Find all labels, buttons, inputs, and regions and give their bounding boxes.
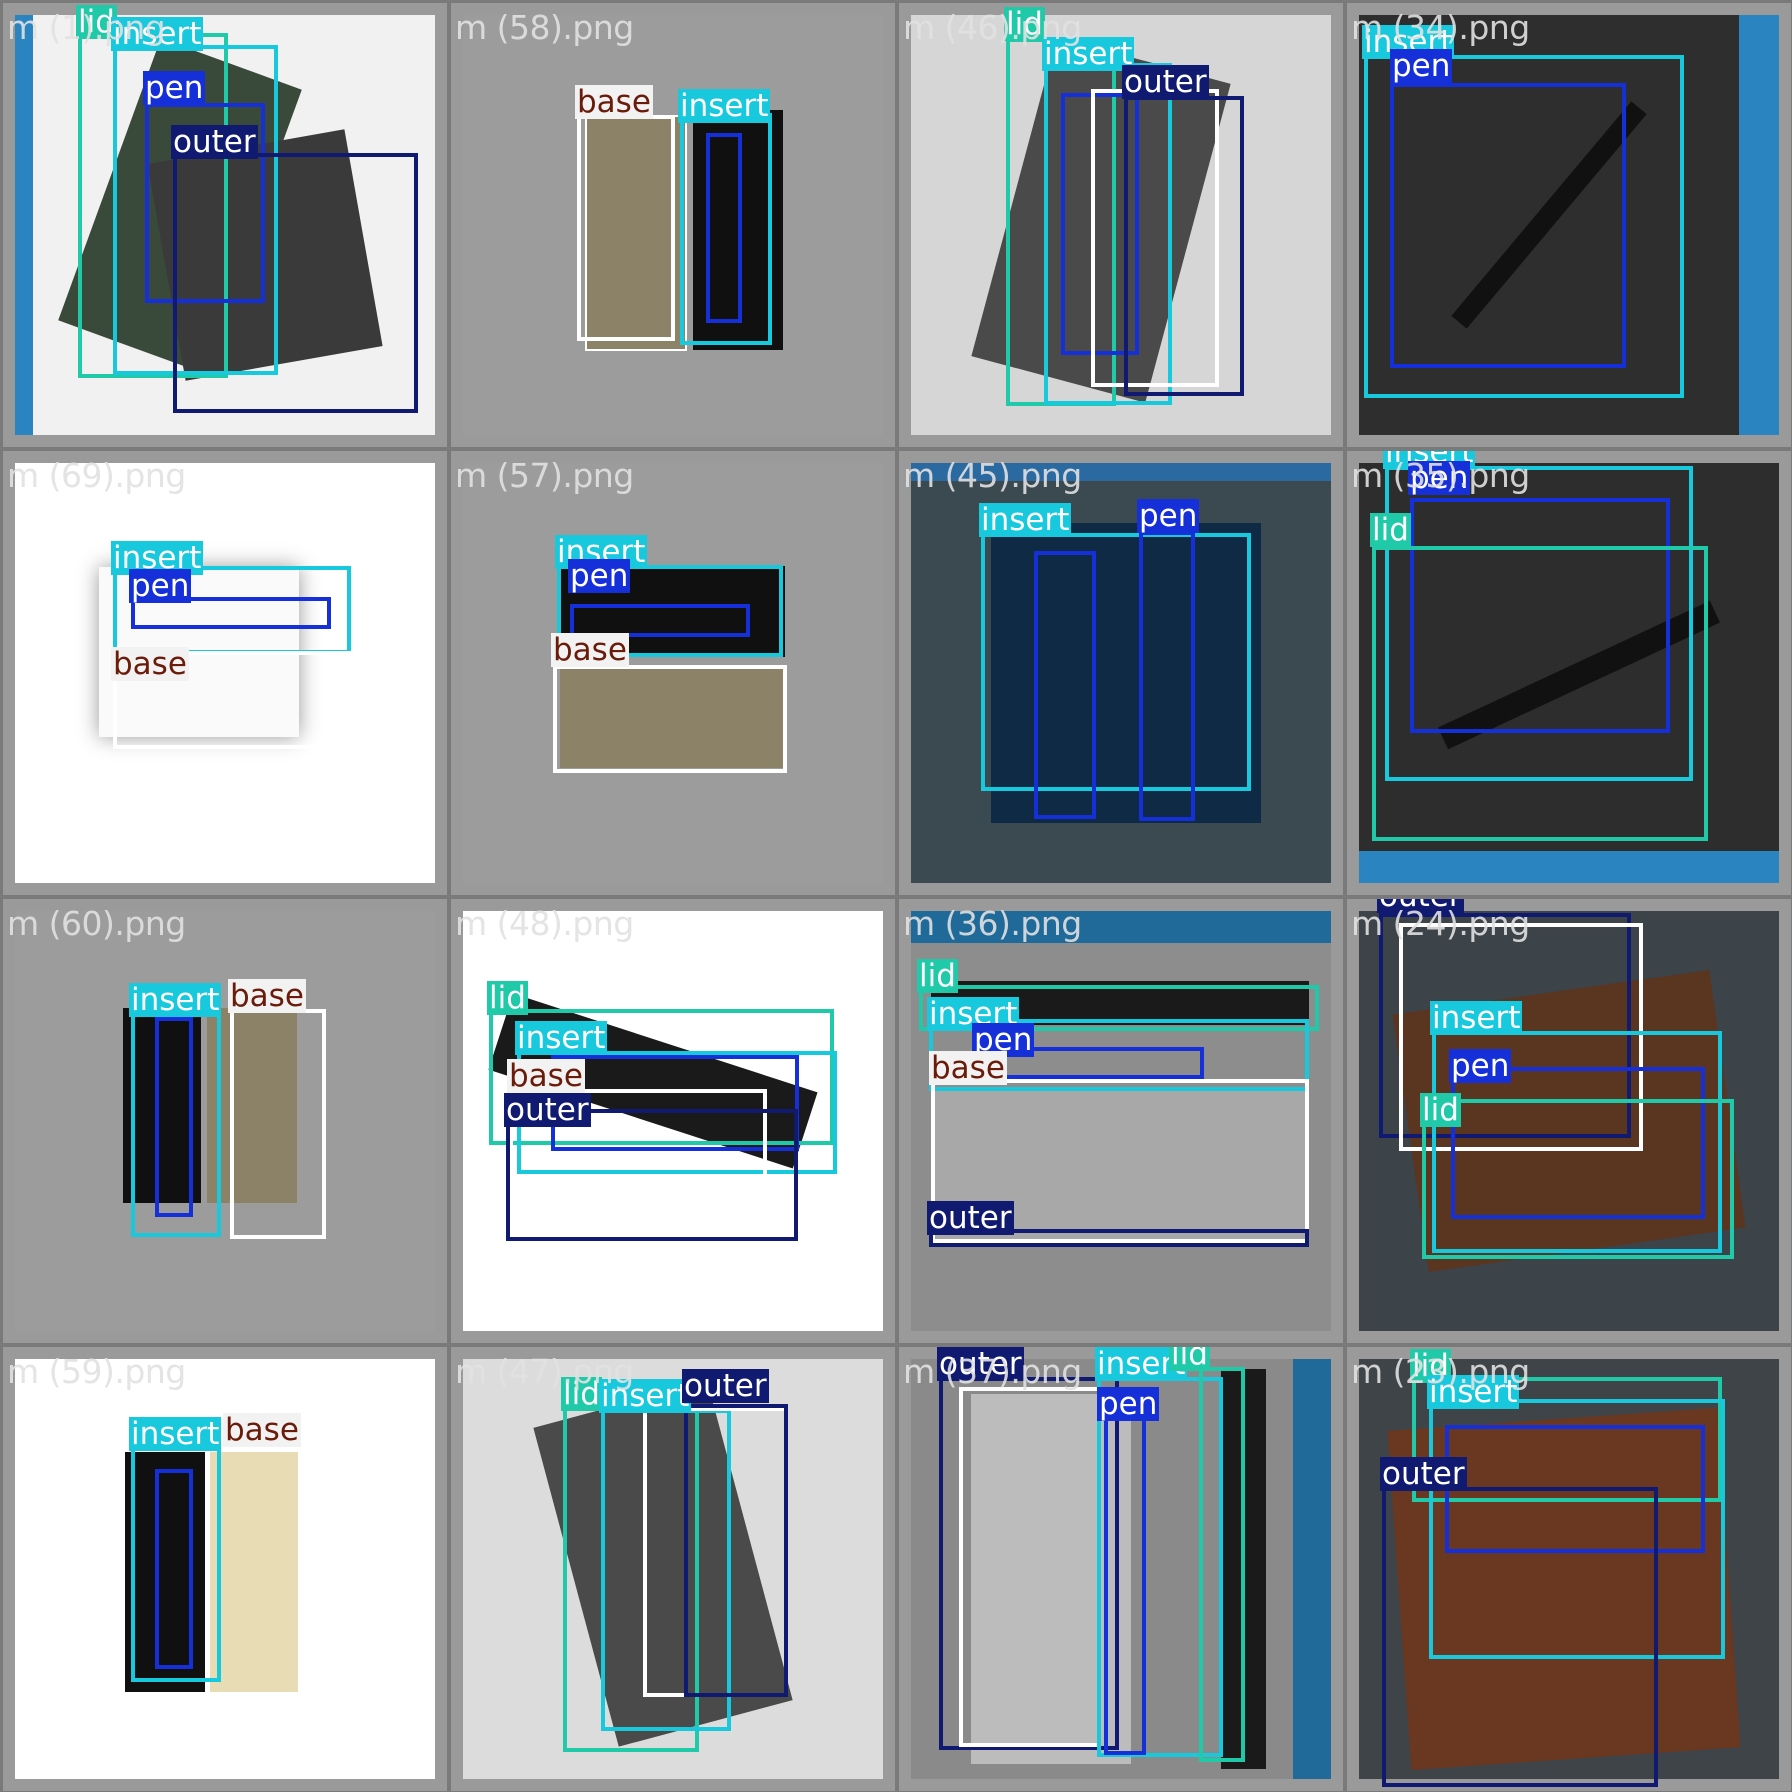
image-tile[interactable]: m (34).png insert pen — [1347, 3, 1791, 447]
image-tile[interactable]: m (23).png lid insert outer — [1347, 1347, 1791, 1791]
bbox-lid — [1372, 546, 1708, 841]
label-base: base — [111, 646, 189, 682]
image-tile[interactable]: m (37).png outer insert lid pen — [899, 1347, 1343, 1791]
label-insert: insert — [129, 1416, 222, 1452]
bbox-pen — [706, 133, 742, 323]
label-insert: insert — [678, 88, 771, 124]
label-outer: outer — [927, 1200, 1014, 1236]
label-base: base — [551, 632, 629, 668]
tile-filename: m (48).png — [455, 904, 634, 943]
bbox-outer — [1382, 1487, 1658, 1787]
tile-filename: m (37).png — [903, 1352, 1082, 1391]
bbox-pen — [155, 1017, 193, 1217]
label-pen: pen — [1449, 1048, 1512, 1084]
image-tile[interactable]: m (36).png lid insert pen base outer — [899, 899, 1343, 1343]
tile-filename: m (60).png — [7, 904, 186, 943]
tile-filename: m (47).png — [455, 1352, 634, 1391]
bbox-insert — [981, 533, 1251, 791]
label-outer: outer — [682, 1368, 769, 1404]
label-base: base — [228, 978, 306, 1014]
bbox-lid — [1199, 1367, 1245, 1762]
bbox-lid — [1422, 1099, 1734, 1259]
label-lid: lid — [1370, 512, 1411, 548]
image-tile[interactable]: m (48).png lid insert base outer — [451, 899, 895, 1343]
label-pen: pen — [129, 568, 192, 604]
image-tile[interactable]: m (69).png insert pen base — [3, 451, 447, 895]
tile-filename: m (69).png — [7, 456, 186, 495]
image-tile[interactable]: m (35).png insert pen lid — [1347, 451, 1791, 895]
tile-filename: m (34).png — [1351, 8, 1530, 47]
bbox-pen — [1034, 551, 1096, 819]
bbox-base — [577, 115, 675, 341]
label-pen: pen — [1390, 48, 1453, 84]
bbox-base — [230, 1009, 326, 1239]
bbox-base — [553, 665, 787, 773]
label-lid: lid — [1169, 1347, 1210, 1371]
label-insert: insert — [515, 1020, 608, 1056]
label-lid: lid — [487, 980, 528, 1016]
label-base: base — [223, 1412, 301, 1448]
bbox-pen — [1390, 83, 1626, 368]
bbox-outer — [1124, 96, 1244, 396]
label-pen: pen — [143, 70, 206, 106]
label-pen: pen — [1097, 1386, 1160, 1422]
bbox-base — [959, 1387, 1101, 1747]
bbox-outer — [173, 153, 418, 413]
tile-filename: m (23).png — [1351, 1352, 1530, 1391]
bbox-pen — [1104, 1417, 1146, 1755]
label-outer: outer — [1380, 1456, 1467, 1492]
label-insert: insert — [979, 502, 1072, 538]
label-pen: pen — [568, 558, 631, 594]
label-insert: insert — [129, 982, 222, 1018]
label-base: base — [507, 1058, 585, 1094]
label-insert: insert — [1430, 1000, 1523, 1036]
label-outer: outer — [504, 1092, 591, 1128]
label-base: base — [575, 84, 653, 120]
tile-filename: m (35).png — [1351, 456, 1530, 495]
image-tile[interactable]: m (59).png insert base — [3, 1347, 447, 1791]
image-tile[interactable]: m (57).png insert pen base — [451, 451, 895, 895]
image-tile[interactable]: m (47).png lid insert outer — [451, 1347, 895, 1791]
tile-filename: m (36).png — [903, 904, 1082, 943]
photo — [15, 911, 435, 1331]
tile-filename: m (57).png — [455, 456, 634, 495]
image-tile[interactable]: m (45).png insert pen — [899, 451, 1343, 895]
tile-filename: m (24).png — [1351, 904, 1530, 943]
bbox-pen — [1139, 531, 1195, 821]
label-pen: pen — [1137, 498, 1200, 534]
bbox-outer — [684, 1404, 788, 1697]
tile-filename: m (45).png — [903, 456, 1082, 495]
image-tile[interactable]: m (1).png lid insert pen outer — [3, 3, 447, 447]
detection-grid: m (1).png lid insert pen outer m (58).pn… — [0, 0, 1792, 1792]
image-tile[interactable]: m (46).png lid insert outer — [899, 3, 1343, 447]
tile-filename: m (59).png — [7, 1352, 186, 1391]
bbox-pen — [155, 1469, 193, 1669]
label-base: base — [929, 1050, 1007, 1086]
tile-filename: m (46).png — [903, 8, 1082, 47]
bbox-outer — [506, 1109, 798, 1241]
label-lid: lid — [1420, 1092, 1461, 1128]
label-outer: outer — [1122, 64, 1209, 100]
image-tile[interactable]: m (24).png outer insert pen lid — [1347, 899, 1791, 1343]
label-lid: lid — [917, 958, 958, 994]
tile-filename: m (1).png — [7, 8, 166, 47]
label-outer: outer — [171, 124, 258, 160]
image-tile[interactable]: m (58).png base insert — [451, 3, 895, 447]
tile-filename: m (58).png — [455, 8, 634, 47]
image-tile[interactable]: m (60).png insert base — [3, 899, 447, 1343]
